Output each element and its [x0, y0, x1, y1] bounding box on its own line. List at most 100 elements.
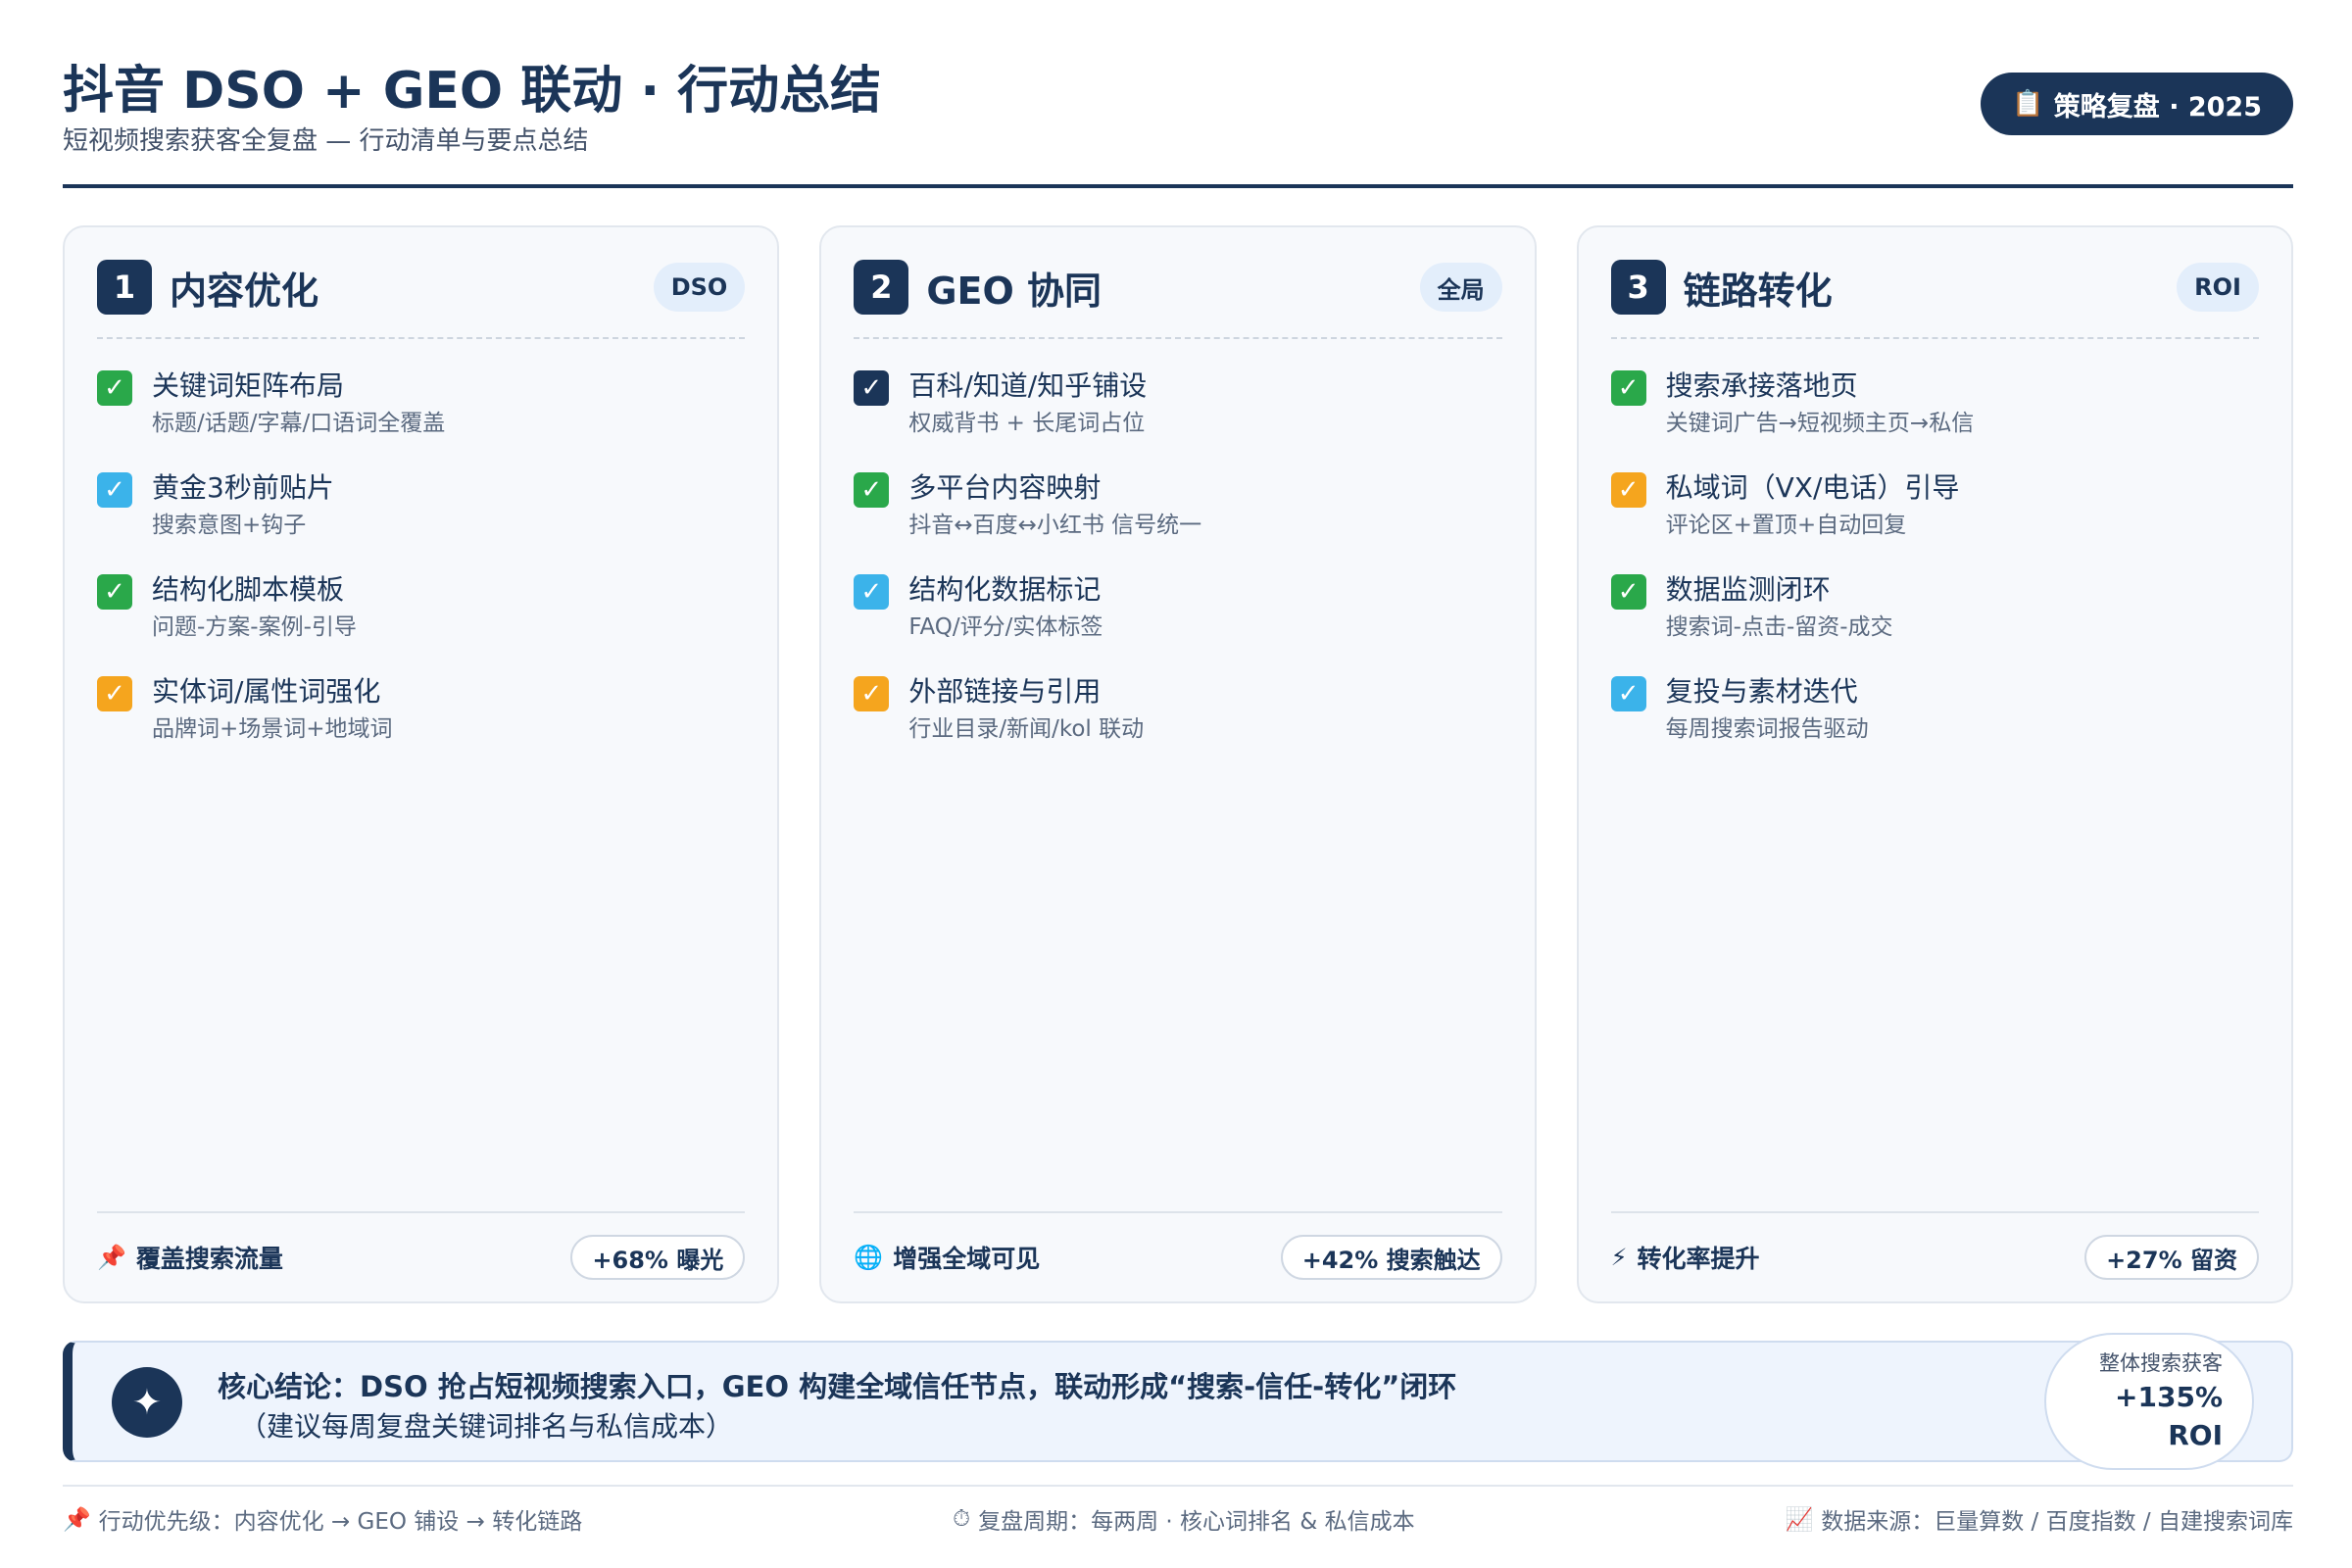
card-geo-collaboration: 2 GEO 协同 全局 ✓ 百科/知道/知乎铺设权威背书 + 长尾词占位 ✓ 多… [819, 225, 1537, 1303]
list-item: ✓ 外部链接与引用行业目录/新闻/kol 联动 [854, 672, 1501, 774]
card-title: GEO 协同 [926, 269, 1102, 313]
core-conclusion-text: 核心结论：DSO 抢占短视频搜索入口，GEO 构建全域信任节点，联动形成“搜索-… [218, 1370, 1457, 1403]
card-footer-text: 增强全域可见 [893, 1245, 1041, 1273]
pushpin-icon: 📌 [97, 1244, 126, 1271]
card-number: 2 [854, 260, 909, 315]
item-subtitle: 品牌词+场景词+地域词 [152, 716, 393, 742]
checkbox-checked-icon: ✓ [97, 676, 132, 711]
checkbox-checked-icon: ✓ [1610, 472, 1646, 508]
card-header: 3 链路转化 ROI [1610, 227, 2259, 339]
checkbox-checked-icon: ✓ [97, 574, 132, 610]
item-title: 复投与素材迭代 [1665, 675, 1858, 708]
clipboard-icon: 📋 [2012, 89, 2044, 119]
item-subtitle: 关键词广告→短视频主页→私信 [1665, 411, 1975, 436]
card-footer-label: ⚡ 转化率提升 [1611, 1240, 1760, 1275]
checkbox-checked-icon: ✓ [1610, 370, 1646, 406]
page-header: 抖音 DSO + GEO 联动 · 行动总结 短视频搜索获客全复盘 — 行动清单… [63, 49, 2293, 188]
list-item: ✓ 结构化数据标记 FAQ/评分/实体标签 [854, 570, 1501, 672]
item-subtitle: 问题-方案-案例-引导 [152, 614, 357, 640]
card-number: 1 [97, 260, 152, 315]
lightning-icon: ⚡ [1610, 1244, 1628, 1271]
sparkle-icon: ✦ [112, 1367, 182, 1438]
page-footer: 📌 行动优先级：内容优化 → GEO 铺设 → 转化链路 ⏱ 复盘周期：每两周 … [63, 1485, 2293, 1551]
card-footer: 🌐 增强全域可见 +42% 搜索触达 [854, 1211, 1502, 1301]
card-header: 2 GEO 协同 全局 [854, 227, 1502, 339]
card-footer-text: 覆盖搜索流量 [135, 1245, 283, 1273]
item-title: 数据监测闭环 [1665, 573, 1831, 606]
checkbox-checked-icon: ✓ [854, 370, 890, 406]
list-item: ✓ 搜索承接落地页关键词广告→短视频主页→私信 [1610, 367, 2259, 468]
item-subtitle: 评论区+置顶+自动回复 [1665, 513, 1907, 538]
core-conclusion-banner: ✦ 核心结论：DSO 抢占短视频搜索入口，GEO 构建全域信任节点，联动形成“搜… [63, 1333, 2293, 1470]
core-conclusion-note: （建议每周复盘关键词排名与私信成本） [239, 1410, 734, 1443]
list-item: ✓ 黄金3秒前贴片搜索意图+钩子 [97, 468, 745, 570]
metric-badge: +27% 留资 [2084, 1235, 2259, 1280]
pushpin-icon: 📌 [63, 1506, 91, 1533]
roi-unit: ROI [2168, 1419, 2223, 1451]
checklist: ✓ 搜索承接落地页关键词广告→短视频主页→私信 ✓ 私域词（VX/电话）引导评论… [1610, 367, 2259, 774]
card-funnel-conversion: 3 链路转化 ROI ✓ 搜索承接落地页关键词广告→短视频主页→私信 ✓ 私域词… [1576, 225, 2293, 1303]
list-item: ✓ 实体词/属性词强化品牌词+场景词+地域词 [97, 672, 745, 774]
chart-increasing-icon: 📈 [1785, 1506, 1814, 1533]
item-title: 结构化数据标记 [908, 573, 1102, 606]
item-title: 关键词矩阵布局 [152, 369, 345, 402]
roi-bubble: 整体搜索获客 +135% ROI [2044, 1333, 2254, 1470]
card-footer-label: 📌 覆盖搜索流量 [97, 1240, 283, 1275]
card-number: 3 [1610, 260, 1666, 315]
checkbox-checked-icon: ✓ [1610, 676, 1646, 711]
item-title: 黄金3秒前贴片 [152, 471, 334, 504]
card-content-optimization: 1 内容优化 DSO ✓ 关键词矩阵布局标题/话题/字幕/口语词全覆盖 ✓ 黄金… [63, 225, 780, 1303]
page-subtitle: 短视频搜索获客全复盘 — 行动清单与要点总结 [63, 126, 589, 156]
card-footer-text: 转化率提升 [1637, 1245, 1760, 1273]
list-item: ✓ 关键词矩阵布局标题/话题/字幕/口语词全覆盖 [97, 367, 745, 468]
item-title: 私域词（VX/电话）引导 [1665, 471, 1960, 504]
item-subtitle: 搜索意图+钩子 [152, 513, 307, 538]
strategy-review-badge-label: 策略复盘 · 2025 [2053, 91, 2262, 122]
list-item: ✓ 数据监测闭环搜索词-点击-留资-成交 [1610, 570, 2259, 672]
card-title: 内容优化 [170, 269, 319, 313]
card-title: 链路转化 [1683, 269, 1833, 313]
metric-badge: +68% 曝光 [570, 1235, 746, 1280]
item-title: 结构化脚本模板 [152, 573, 345, 606]
item-title: 多平台内容映射 [908, 471, 1102, 504]
footer-review-cycle: ⏱ 复盘周期：每两周 · 核心词排名 & 私信成本 [953, 1502, 1414, 1536]
strategy-review-badge: 📋 策略复盘 · 2025 [1981, 73, 2293, 135]
card-tag: DSO [653, 263, 746, 312]
item-title: 百科/知道/知乎铺设 [908, 369, 1148, 402]
card-footer: ⚡ 转化率提升 +27% 留资 [1610, 1211, 2259, 1301]
checkbox-checked-icon: ✓ [1610, 574, 1646, 610]
footer-priority-text: 行动优先级：内容优化 → GEO 铺设 → 转化链路 [98, 1509, 583, 1535]
roi-label: 整体搜索获客 [2099, 1351, 2223, 1375]
card-footer: 📌 覆盖搜索流量 +68% 曝光 [97, 1211, 746, 1301]
metric-badge: +42% 搜索触达 [1280, 1235, 1502, 1280]
item-title: 搜索承接落地页 [1665, 369, 1858, 402]
list-item: ✓ 百科/知道/知乎铺设权威背书 + 长尾词占位 [854, 367, 1501, 468]
item-subtitle: 权威背书 + 长尾词占位 [908, 411, 1146, 436]
item-subtitle: FAQ/评分/实体标签 [908, 614, 1103, 640]
card-footer-label: 🌐 增强全域可见 [854, 1240, 1040, 1275]
list-item: ✓ 复投与素材迭代 每周搜索词报告驱动 [1610, 672, 2259, 774]
checkbox-checked-icon: ✓ [854, 676, 890, 711]
stopwatch-icon: ⏱ [953, 1506, 971, 1532]
checkbox-checked-icon: ✓ [97, 472, 132, 508]
page-title: 抖音 DSO + GEO 联动 · 行动总结 [63, 62, 882, 121]
checkbox-checked-icon: ✓ [854, 472, 890, 508]
globe-icon: 🌐 [854, 1244, 884, 1271]
checkbox-checked-icon: ✓ [97, 370, 132, 406]
footer-data-source: 📈 数据来源：巨量算数 / 百度指数 / 自建搜索词库 [1786, 1502, 2293, 1536]
list-item: ✓ 私域词（VX/电话）引导评论区+置顶+自动回复 [1610, 468, 2259, 570]
item-subtitle: 标题/话题/字幕/口语词全覆盖 [152, 411, 446, 436]
card-tag: 全局 [1419, 263, 1502, 312]
item-subtitle: 搜索词-点击-留资-成交 [1665, 614, 1893, 640]
checklist: ✓ 百科/知道/知乎铺设权威背书 + 长尾词占位 ✓ 多平台内容映射抖音↔百度↔… [854, 367, 1501, 774]
action-cards: 1 内容优化 DSO ✓ 关键词矩阵布局标题/话题/字幕/口语词全覆盖 ✓ 黄金… [63, 225, 2293, 1303]
card-header: 1 内容优化 DSO [97, 227, 746, 339]
item-subtitle: 抖音↔百度↔小红书 信号统一 [908, 513, 1202, 538]
roi-value: +135% [2115, 1381, 2223, 1413]
checkbox-checked-icon: ✓ [854, 574, 890, 610]
checklist: ✓ 关键词矩阵布局标题/话题/字幕/口语词全覆盖 ✓ 黄金3秒前贴片搜索意图+钩… [97, 367, 745, 774]
item-subtitle: 行业目录/新闻/kol 联动 [908, 716, 1145, 742]
list-item: ✓ 结构化脚本模板问题-方案-案例-引导 [97, 570, 745, 672]
item-title: 外部链接与引用 [908, 675, 1102, 708]
item-title: 实体词/属性词强化 [152, 675, 381, 708]
